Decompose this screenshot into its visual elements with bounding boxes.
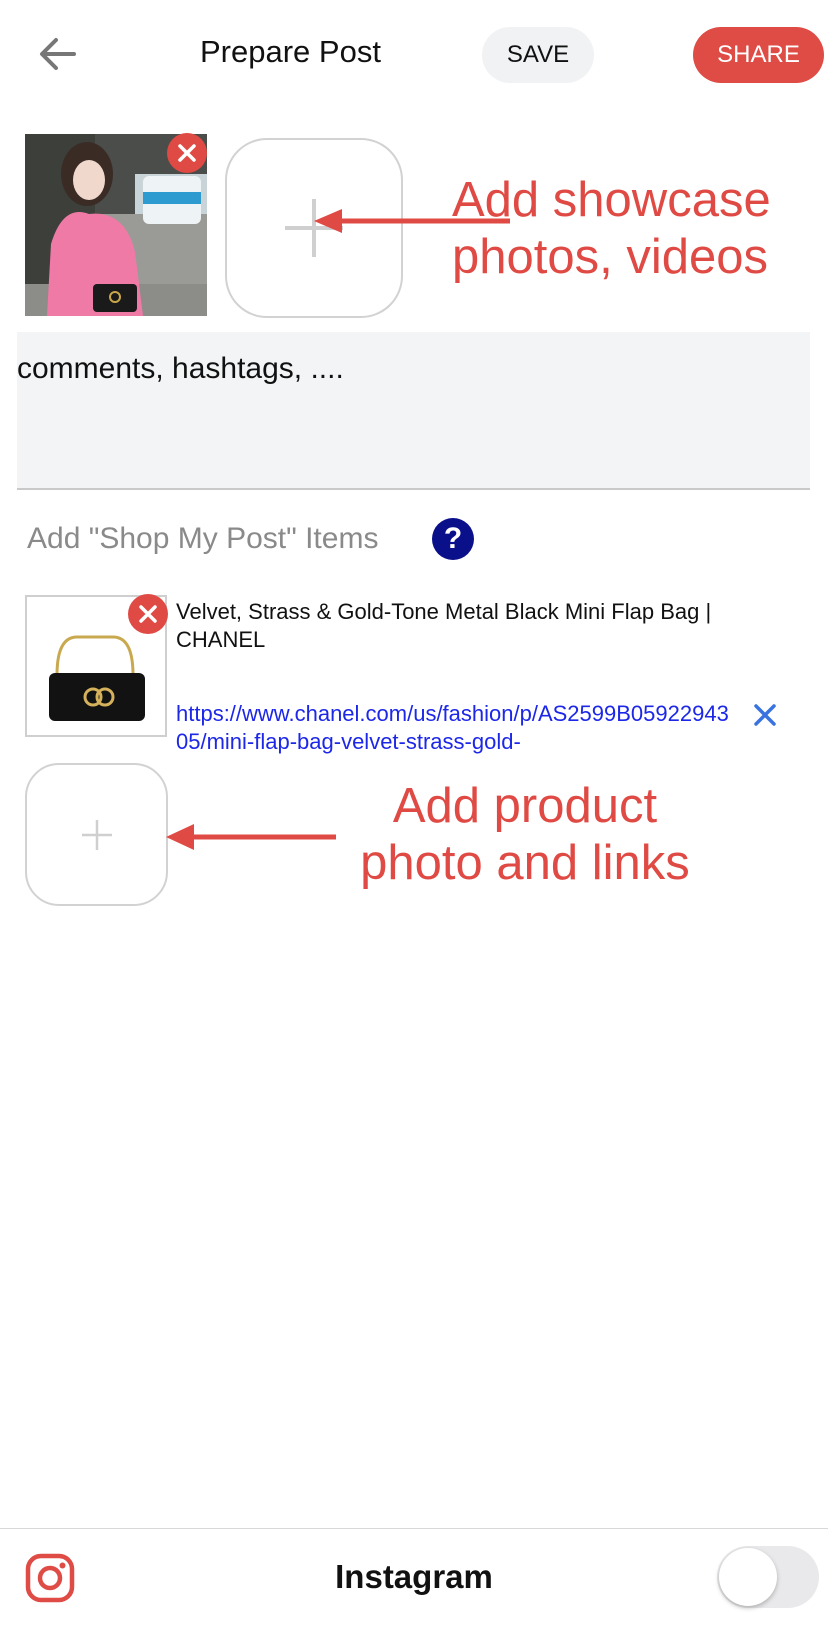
add-product-button[interactable]: [25, 763, 168, 906]
close-icon: [754, 704, 776, 726]
platform-label: Instagram: [335, 1558, 493, 1595]
remove-link-button[interactable]: [748, 698, 782, 732]
product-link[interactable]: https://www.chanel.com/us/fashion/p/AS25…: [176, 700, 736, 756]
save-button[interactable]: SAVE: [482, 27, 594, 83]
annotation-media: Add showcase photos, videos: [452, 172, 771, 286]
remove-product-button[interactable]: [128, 594, 168, 634]
close-icon: [178, 144, 196, 162]
caption-input[interactable]: comments, hashtags, ....: [17, 332, 810, 490]
remove-photo-button[interactable]: [167, 133, 207, 173]
annotation-media-line1: Add showcase: [452, 173, 771, 227]
toggle-knob: [719, 1548, 777, 1606]
back-button[interactable]: [34, 30, 82, 78]
annotation-product-line1: Add product: [392, 779, 658, 833]
instagram-toggle[interactable]: [717, 1546, 819, 1608]
page-title: Prepare Post: [200, 34, 381, 69]
arrow-left-icon: [40, 38, 76, 70]
annotation-media-line2: photos, videos: [452, 230, 768, 284]
caption-placeholder: comments, hashtags, ....: [17, 352, 344, 385]
product-name: Velvet, Strass & Gold-Tone Metal Black M…: [176, 599, 712, 652]
plus-icon: [81, 819, 112, 850]
footer-divider: [0, 1528, 828, 1529]
annotation-product: Add product photo and links: [350, 778, 700, 892]
help-icon[interactable]: ?: [432, 518, 474, 560]
share-button[interactable]: SHARE: [693, 27, 824, 83]
annotation-arrow-product: [166, 824, 336, 850]
close-icon: [139, 605, 157, 623]
shop-section-heading: Add "Shop My Post" Items: [27, 522, 379, 555]
annotation-product-line2: photo and links: [360, 836, 690, 890]
